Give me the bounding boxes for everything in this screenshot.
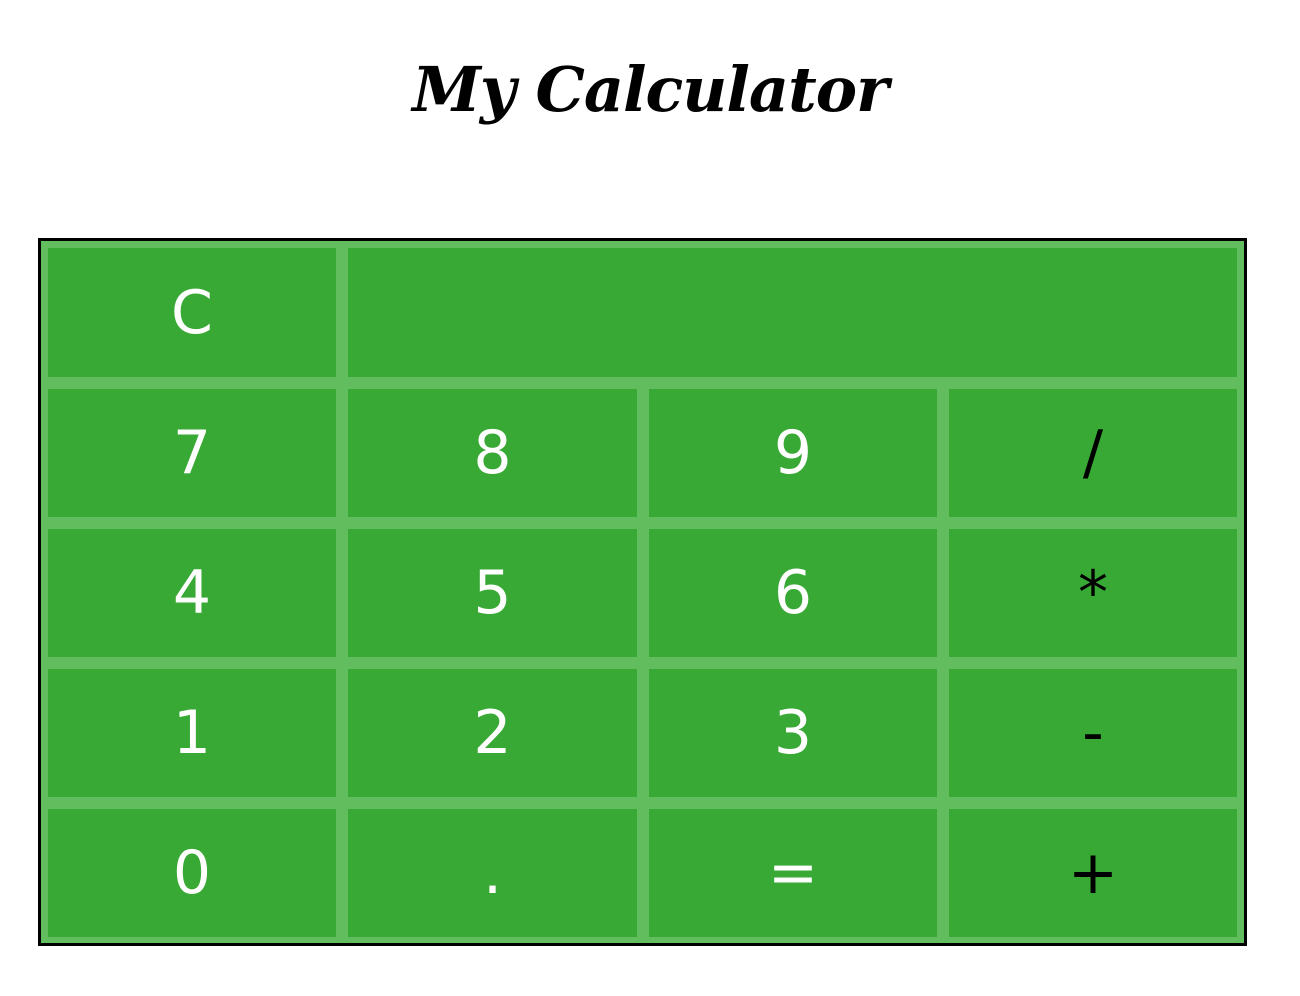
equals-button[interactable]: = <box>649 809 937 937</box>
calculator: C 7 8 9 / 4 5 6 * 1 2 3 - 0 . = + <box>38 238 1247 946</box>
digit-9-button[interactable]: 9 <box>649 389 937 517</box>
page-title: My Calculator <box>412 53 889 126</box>
digit-4-button[interactable]: 4 <box>48 529 336 657</box>
calculator-display <box>348 248 1237 377</box>
decimal-button[interactable]: . <box>348 809 637 937</box>
clear-button[interactable]: C <box>48 248 336 377</box>
digit-5-button[interactable]: 5 <box>348 529 637 657</box>
digit-6-button[interactable]: 6 <box>649 529 937 657</box>
add-button[interactable]: + <box>949 809 1237 937</box>
digit-7-button[interactable]: 7 <box>48 389 336 517</box>
digit-2-button[interactable]: 2 <box>348 669 637 797</box>
digit-1-button[interactable]: 1 <box>48 669 336 797</box>
digit-3-button[interactable]: 3 <box>649 669 937 797</box>
divide-button[interactable]: / <box>949 389 1237 517</box>
digit-0-button[interactable]: 0 <box>48 809 336 937</box>
subtract-button[interactable]: - <box>949 669 1237 797</box>
digit-8-button[interactable]: 8 <box>348 389 637 517</box>
multiply-button[interactable]: * <box>949 529 1237 657</box>
